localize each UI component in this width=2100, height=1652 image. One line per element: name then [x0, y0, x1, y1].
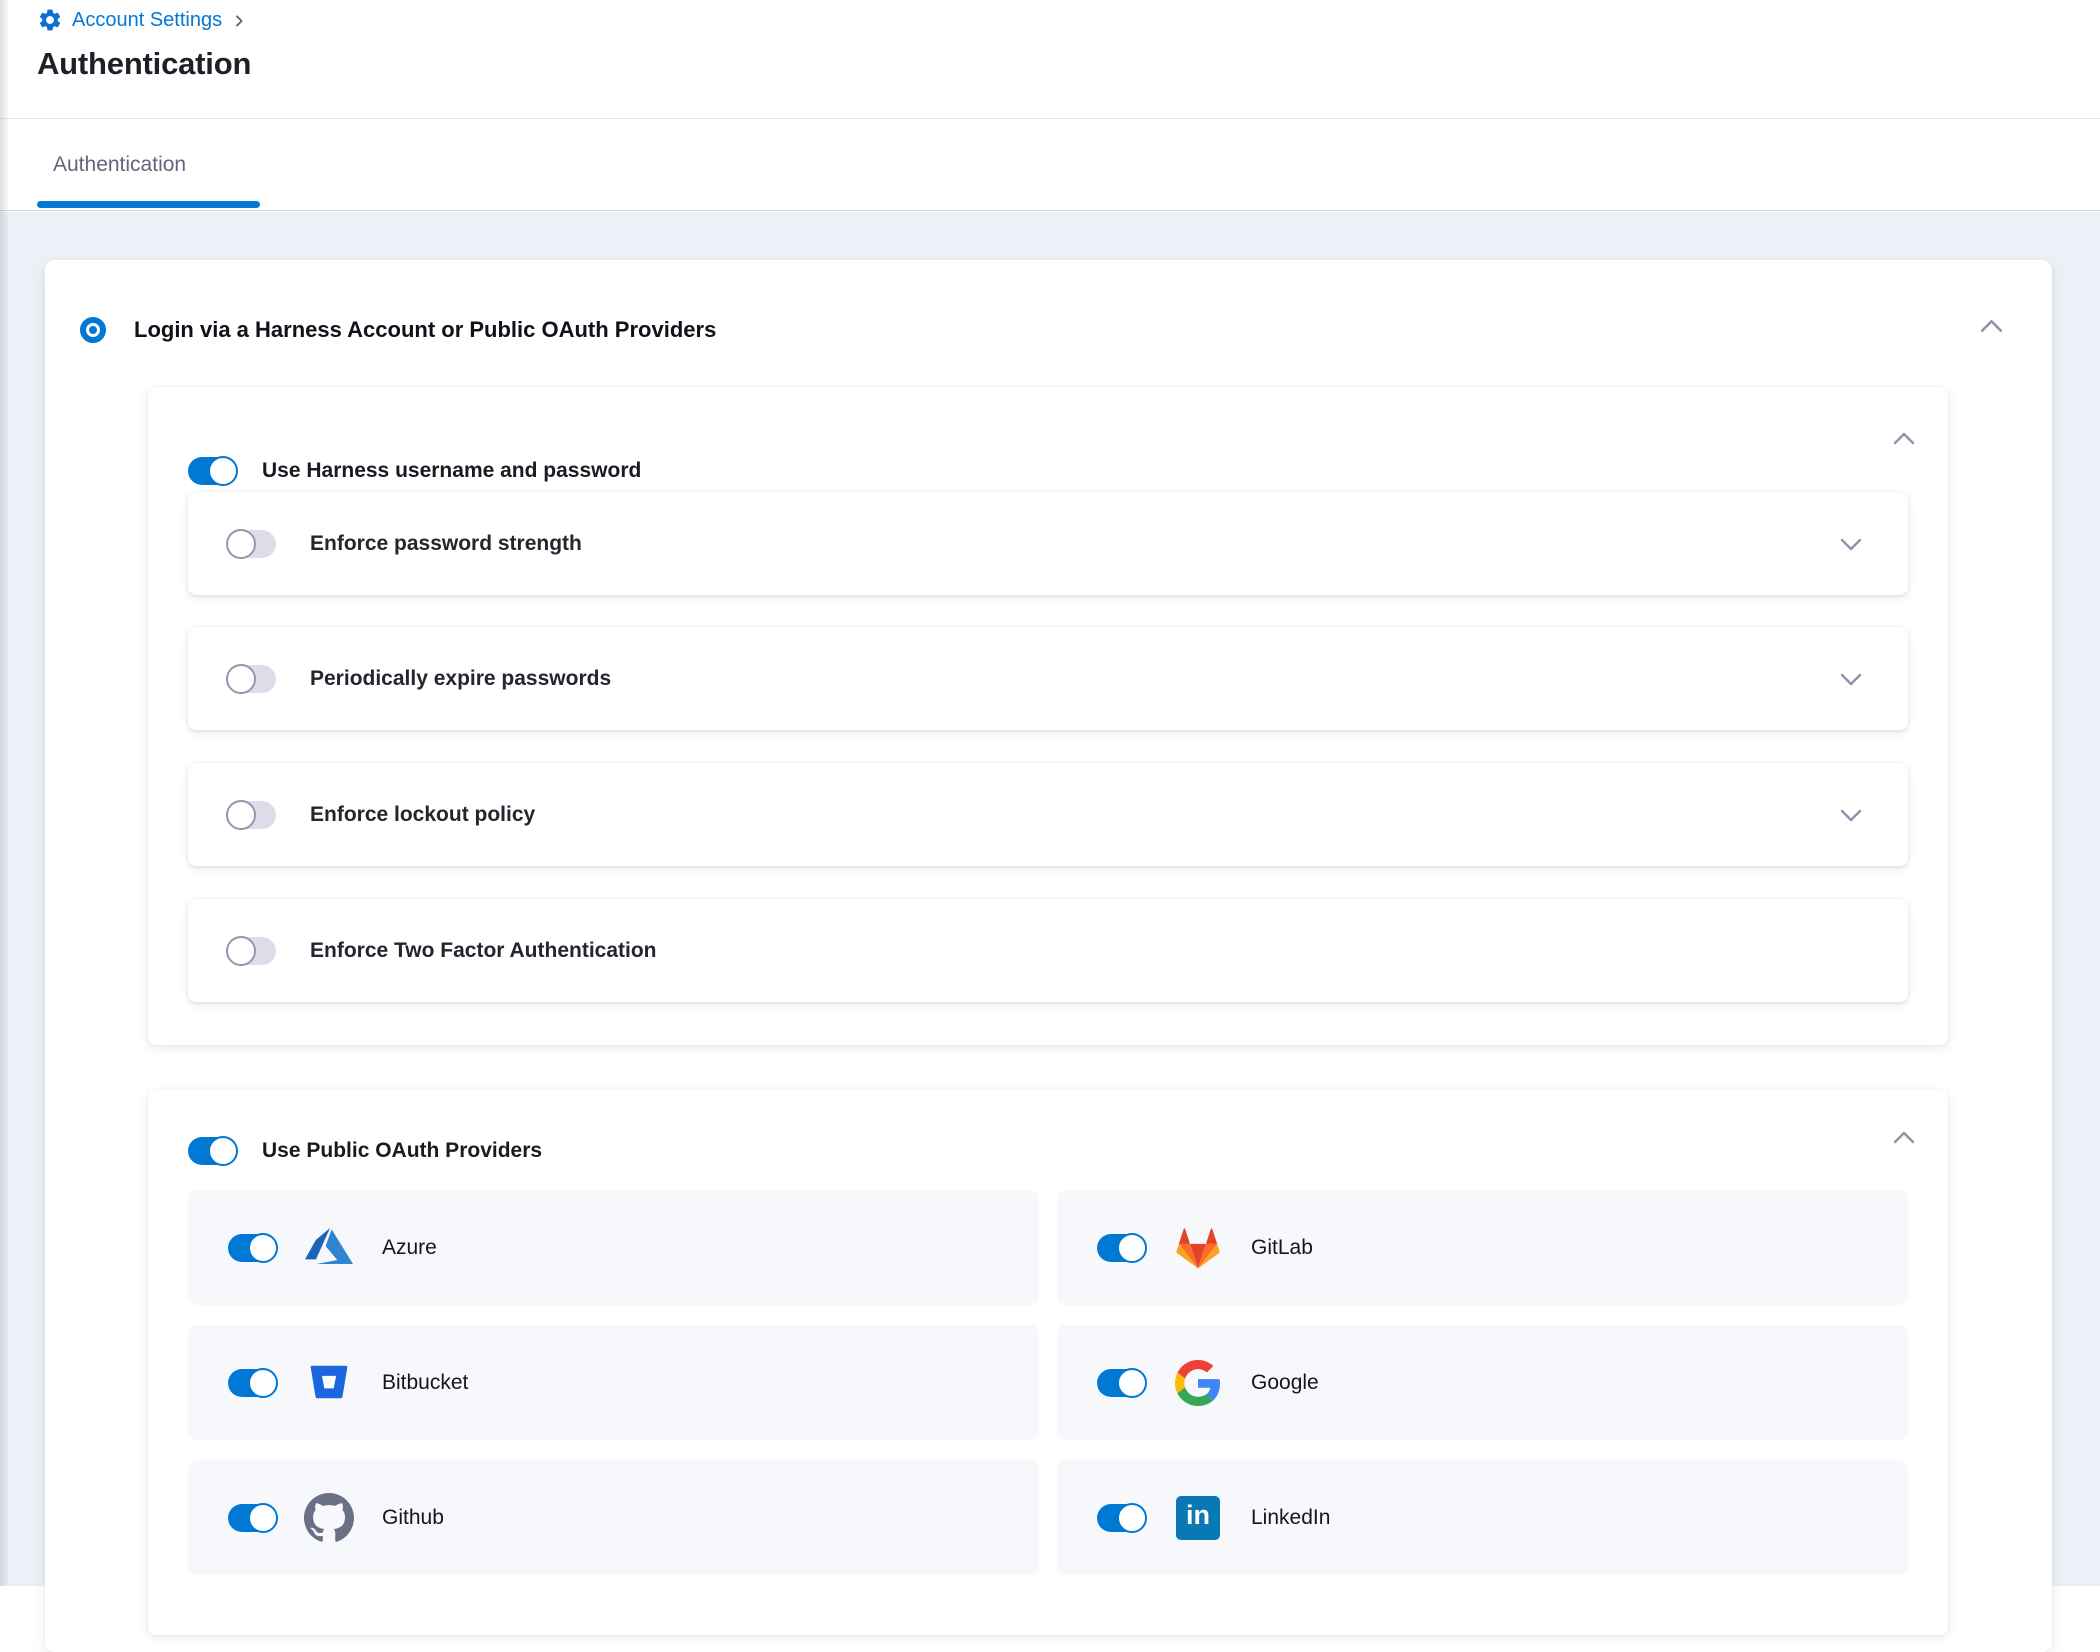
password-strength-chevron-down-icon[interactable] — [1839, 537, 1863, 552]
lockout-policy-chevron-down-icon[interactable] — [1839, 808, 1863, 823]
setting-label: Enforce password strength — [310, 532, 582, 556]
breadcrumb-link-account-settings[interactable]: Account Settings — [72, 9, 222, 32]
oauth-section-chevron-up-icon[interactable] — [1892, 1130, 1916, 1145]
harness-section-chevron-up-icon[interactable] — [1892, 431, 1916, 446]
password-strength-toggle[interactable] — [228, 530, 276, 558]
harness-credentials-label: Use Harness username and password — [262, 459, 641, 483]
page-title: Authentication — [37, 46, 251, 82]
toggle-knob — [1117, 1503, 1147, 1533]
login-option-row: Login via a Harness Account or Public OA… — [80, 315, 2012, 345]
linkedin-toggle[interactable] — [1097, 1504, 1145, 1532]
login-option-label: Login via a Harness Account or Public OA… — [134, 317, 716, 343]
bitbucket-toggle[interactable] — [228, 1369, 276, 1397]
toggle-knob — [226, 664, 256, 694]
tab-bar: Authentication — [0, 118, 2100, 211]
oauth-providers-toggle[interactable] — [188, 1137, 236, 1165]
toggle-knob — [208, 456, 238, 486]
toggle-knob — [248, 1368, 278, 1398]
breadcrumb: Account Settings — [37, 7, 247, 33]
provider-tile-github: Github — [188, 1460, 1039, 1575]
harness-credentials-toggle[interactable] — [188, 457, 236, 485]
expire-passwords-chevron-down-icon[interactable] — [1839, 672, 1863, 687]
toggle-knob — [1117, 1368, 1147, 1398]
login-option-collapse-chevron-up-icon[interactable] — [1979, 318, 2004, 334]
gitlab-toggle[interactable] — [1097, 1234, 1145, 1262]
gitlab-icon — [1172, 1222, 1224, 1274]
setting-label: Enforce lockout policy — [310, 803, 535, 827]
github-icon — [303, 1492, 355, 1544]
breadcrumb-chevron-icon — [231, 11, 247, 29]
toggle-knob — [248, 1503, 278, 1533]
provider-label: Google — [1251, 1371, 1319, 1395]
oauth-providers-label: Use Public OAuth Providers — [262, 1139, 542, 1163]
content-area: Login via a Harness Account or Public OA… — [0, 212, 2100, 1586]
setting-label: Enforce Two Factor Authentication — [310, 939, 657, 963]
lockout-policy-toggle[interactable] — [228, 801, 276, 829]
provider-label: GitLab — [1251, 1236, 1313, 1260]
bitbucket-icon — [303, 1357, 355, 1409]
page-header: Account Settings Authentication — [0, 0, 2100, 118]
toggle-knob — [226, 936, 256, 966]
setting-row-lockout-policy: Enforce lockout policy — [188, 763, 1908, 866]
toggle-knob — [1117, 1233, 1147, 1263]
google-toggle[interactable] — [1097, 1369, 1145, 1397]
azure-icon — [303, 1222, 355, 1274]
nav-edge-shadow — [0, 0, 8, 1586]
github-toggle[interactable] — [228, 1504, 276, 1532]
setting-label: Periodically expire passwords — [310, 667, 611, 691]
provider-tile-azure: Azure — [188, 1190, 1039, 1305]
active-tab-indicator — [37, 201, 260, 208]
provider-tile-linkedin: in LinkedIn — [1057, 1460, 1908, 1575]
setting-row-expire-passwords: Periodically expire passwords — [188, 627, 1908, 730]
gear-icon — [37, 7, 63, 33]
linkedin-icon: in — [1172, 1492, 1224, 1544]
provider-tile-gitlab: GitLab — [1057, 1190, 1908, 1305]
login-option-radio[interactable] — [80, 317, 106, 343]
toggle-knob — [226, 529, 256, 559]
oauth-providers-section: Use Public OAuth Providers Azure — [148, 1090, 1948, 1635]
linkedin-icon-text: in — [1186, 1502, 1210, 1533]
provider-tile-bitbucket: Bitbucket — [188, 1325, 1039, 1440]
azure-toggle[interactable] — [228, 1234, 276, 1262]
toggle-knob — [226, 800, 256, 830]
toggle-knob — [248, 1233, 278, 1263]
provider-tile-google: Google — [1057, 1325, 1908, 1440]
setting-row-password-strength: Enforce password strength — [188, 492, 1908, 595]
harness-credentials-section: Use Harness username and password Enforc… — [148, 387, 1948, 1045]
expire-passwords-toggle[interactable] — [228, 665, 276, 693]
tab-authentication[interactable]: Authentication — [37, 119, 202, 210]
provider-label: LinkedIn — [1251, 1506, 1330, 1530]
oauth-providers-header: Use Public OAuth Providers — [188, 1125, 1858, 1177]
setting-row-two-factor: Enforce Two Factor Authentication — [188, 899, 1908, 1002]
provider-label: Bitbucket — [382, 1371, 468, 1395]
providers-grid: Azure G — [188, 1190, 1908, 1575]
google-icon — [1172, 1357, 1224, 1409]
provider-label: Azure — [382, 1236, 437, 1260]
auth-settings-card: Login via a Harness Account or Public OA… — [45, 260, 2052, 1652]
provider-label: Github — [382, 1506, 444, 1530]
two-factor-toggle[interactable] — [228, 937, 276, 965]
harness-credentials-header: Use Harness username and password — [188, 445, 1858, 497]
toggle-knob — [208, 1136, 238, 1166]
